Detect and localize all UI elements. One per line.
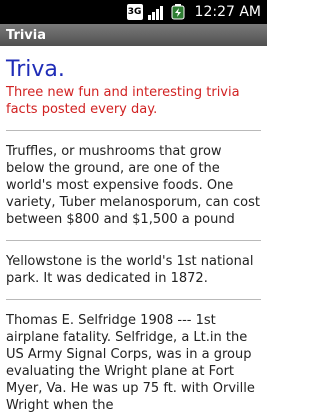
clock: 12:27 AM <box>194 4 261 20</box>
page-title: Triva. <box>6 57 65 82</box>
page-subtitle: Three new fun and interesting trivia fac… <box>6 85 240 117</box>
divider <box>6 299 261 300</box>
battery-icon <box>169 4 187 20</box>
status-bar: 3G 12:27 AM <box>0 0 267 24</box>
3g-icon: 3G <box>126 4 143 20</box>
trivia-fact: Yellowstone is the world's 1st national … <box>6 254 254 286</box>
trivia-fact: Truffles, or mushrooms that grow below t… <box>6 144 260 227</box>
app-title-bar: Trivia <box>0 24 267 46</box>
signal-icon <box>147 4 165 20</box>
divider <box>6 130 261 131</box>
divider <box>6 240 261 241</box>
app-title: Trivia <box>6 27 47 43</box>
trivia-fact: Thomas E. Selfridge 1908 --- 1st airplan… <box>6 313 255 413</box>
content: Triva. Three new fun and interesting tri… <box>0 58 267 414</box>
